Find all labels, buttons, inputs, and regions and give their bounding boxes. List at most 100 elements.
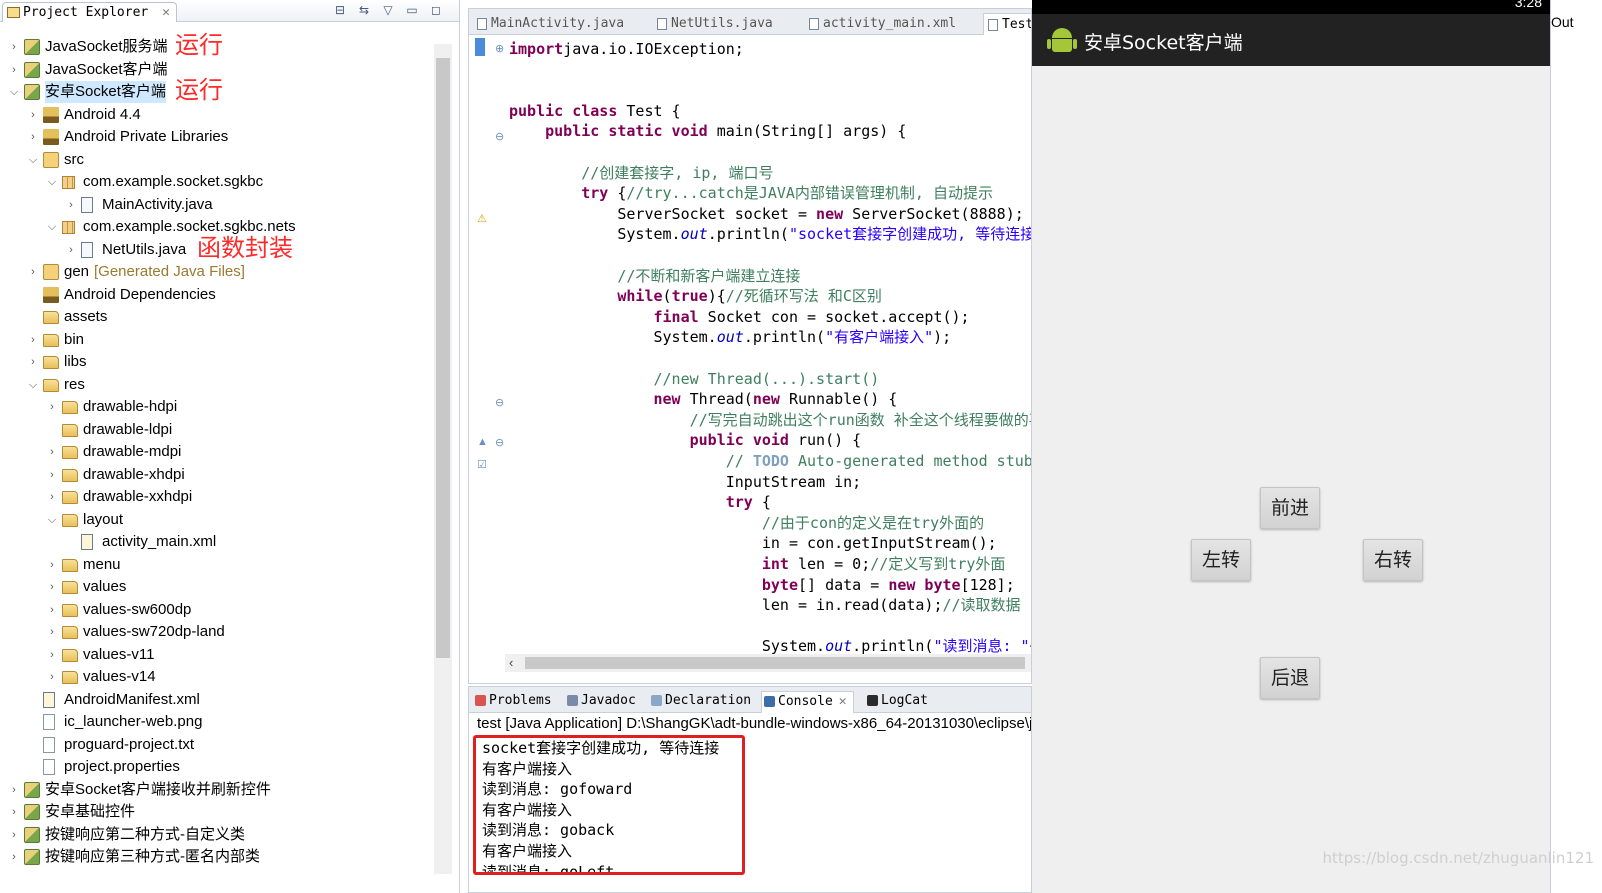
outline-tab-label[interactable]: Out (1551, 14, 1574, 30)
chevron-right-icon[interactable]: › (46, 644, 58, 666)
tree-item[interactable]: ⌵ src (0, 149, 432, 171)
tab-declaration[interactable]: Declaration (649, 691, 751, 713)
tree-item[interactable]: ic_launcher-web.png (0, 711, 432, 733)
tree-item[interactable]: ⌵ layout (0, 509, 432, 531)
tree-item[interactable]: › drawable-hdpi (0, 396, 432, 418)
chevron-down-icon[interactable]: ⌵ (46, 216, 58, 238)
chevron-right-icon[interactable]: › (46, 486, 58, 508)
tab-test-java[interactable]: Test (983, 13, 1031, 35)
tree-item[interactable]: › Android Private Libraries (0, 126, 432, 148)
warning-icon[interactable]: ⚠ (477, 212, 487, 225)
code-line: //写完自动跳出这个run函数 补全这个线程要做的事 (509, 410, 1032, 429)
tree-item[interactable]: › gen [Generated Java Files] (0, 261, 432, 283)
tree-item[interactable]: proguard-project.txt (0, 734, 432, 756)
code-line: while(true){//死循环写法 和C区别 (617, 287, 882, 306)
chevron-right-icon[interactable]: › (46, 576, 58, 598)
chevron-right-icon[interactable]: › (46, 441, 58, 463)
chevron-down-icon[interactable]: ⌵ (8, 81, 20, 103)
chevron-down-icon[interactable]: ⌵ (46, 509, 58, 531)
tree-item[interactable]: › 安卓基础控件 (0, 801, 432, 823)
chevron-right-icon[interactable]: › (46, 396, 58, 418)
override-icon[interactable]: ▲ (477, 436, 488, 448)
tree-item[interactable]: › 安卓Socket客户端接收并刷新控件 (0, 779, 432, 801)
view-menu-icon[interactable]: ▽ (381, 3, 395, 17)
chevron-down-icon[interactable]: ⌵ (46, 171, 58, 193)
chevron-right-icon[interactable]: › (46, 554, 58, 576)
tree-item[interactable]: › MainActivity.java (0, 194, 432, 216)
tab-logcat[interactable]: LogCat (865, 691, 928, 713)
tab-javadoc[interactable]: Javadoc (565, 691, 636, 713)
tab-activity-main-xml[interactable]: activity_main.xml (805, 13, 956, 35)
chevron-down-icon[interactable]: ⌵ (27, 374, 39, 396)
tree-item[interactable]: › values-sw720dp-land (0, 621, 432, 643)
collapse-all-icon[interactable]: ⊟ (333, 3, 347, 17)
tree-item[interactable]: ⌵ com.example.socket.sgkbc (0, 171, 432, 193)
turn-right-button[interactable]: 右转 (1363, 539, 1423, 581)
minimize-icon[interactable]: ▭ (405, 3, 419, 17)
close-tab-icon[interactable]: ✕ (839, 694, 847, 709)
back-button[interactable]: 后退 (1260, 657, 1320, 699)
tree-item[interactable]: › menu (0, 554, 432, 576)
editor-horizontal-scrollbar[interactable]: ‹ (505, 654, 1031, 672)
chevron-right-icon[interactable]: › (8, 36, 20, 58)
tree-item[interactable]: project.properties (0, 756, 432, 778)
tree-item[interactable]: › bin (0, 329, 432, 351)
chevron-down-icon[interactable]: ⌵ (27, 149, 39, 171)
explorer-scrollbar[interactable] (434, 44, 452, 874)
tab-problems[interactable]: Problems (473, 691, 552, 713)
tree-item[interactable]: › values-v11 (0, 644, 432, 666)
source-folder-icon (43, 264, 59, 280)
tree-item[interactable]: › Android 4.4 (0, 104, 432, 126)
chevron-right-icon[interactable]: › (8, 801, 20, 823)
tree-item[interactable]: drawable-ldpi (0, 419, 432, 441)
folder-icon (43, 356, 59, 369)
chevron-right-icon[interactable]: › (65, 239, 77, 261)
chevron-right-icon[interactable]: › (27, 104, 39, 126)
tree-item[interactable]: › 按键响应第二种方式-自定义类 (0, 824, 432, 846)
tab-netutils-java[interactable]: NetUtils.java (653, 13, 773, 35)
tree-item[interactable]: ⌵ res (0, 374, 432, 396)
chevron-right-icon[interactable]: › (46, 599, 58, 621)
chevron-right-icon[interactable]: › (8, 779, 20, 801)
tab-console[interactable]: Console ✕ (761, 691, 854, 713)
tree-item[interactable]: › drawable-xxhdpi (0, 486, 432, 508)
chevron-right-icon[interactable]: › (8, 824, 20, 846)
chevron-right-icon[interactable]: › (27, 351, 39, 373)
chevron-right-icon[interactable]: › (46, 666, 58, 688)
tree-item[interactable]: › drawable-mdpi (0, 441, 432, 463)
chevron-right-icon[interactable]: › (65, 194, 77, 216)
tree-item[interactable]: › values (0, 576, 432, 598)
tree-item[interactable]: Android Dependencies (0, 284, 432, 306)
tree-item[interactable]: › 按键响应第三种方式-匿名内部类 (0, 846, 432, 868)
link-with-editor-icon[interactable]: ⇆ (357, 3, 371, 17)
chevron-right-icon[interactable]: › (27, 261, 39, 283)
chevron-right-icon[interactable]: › (8, 59, 20, 81)
fold-icon[interactable]: ⊖ (495, 436, 504, 449)
chevron-right-icon[interactable]: › (8, 846, 20, 868)
tree-item[interactable]: › values-sw600dp (0, 599, 432, 621)
chevron-right-icon[interactable]: › (27, 126, 39, 148)
fold-icon[interactable]: ⊖ (495, 396, 504, 409)
chevron-right-icon[interactable]: › (46, 464, 58, 486)
tree-item[interactable]: › values-v14 (0, 666, 432, 688)
close-tab-icon[interactable]: ✕ (162, 5, 170, 20)
chevron-right-icon[interactable]: › (27, 329, 39, 351)
explorer-scroll-thumb[interactable] (436, 58, 450, 658)
editor-scroll-thumb[interactable] (525, 657, 1025, 669)
console-output-highlight[interactable]: socket套接字创建成功, 等待连接 有客户端接入 读到消息: gofoward 有… (473, 735, 745, 875)
forward-button[interactable]: 前进 (1260, 487, 1320, 529)
tree-item[interactable]: assets (0, 306, 432, 328)
scroll-left-icon[interactable]: ‹ (509, 654, 513, 672)
task-icon[interactable]: ☑ (477, 458, 487, 471)
project-explorer-tab[interactable]: Project Explorer ✕ (2, 2, 177, 22)
tab-mainactivity-java[interactable]: MainActivity.java (473, 13, 624, 35)
maximize-icon[interactable]: ◻ (429, 3, 443, 17)
tree-item[interactable]: › drawable-xhdpi (0, 464, 432, 486)
chevron-right-icon[interactable]: › (46, 621, 58, 643)
fold-icon[interactable]: ⊖ (495, 130, 504, 143)
tree-item[interactable]: AndroidManifest.xml (0, 689, 432, 711)
turn-left-button[interactable]: 左转 (1191, 539, 1251, 581)
fold-icon[interactable]: ⊕ (495, 42, 504, 55)
tree-item[interactable]: activity_main.xml (0, 531, 432, 553)
tree-item[interactable]: › libs (0, 351, 432, 373)
